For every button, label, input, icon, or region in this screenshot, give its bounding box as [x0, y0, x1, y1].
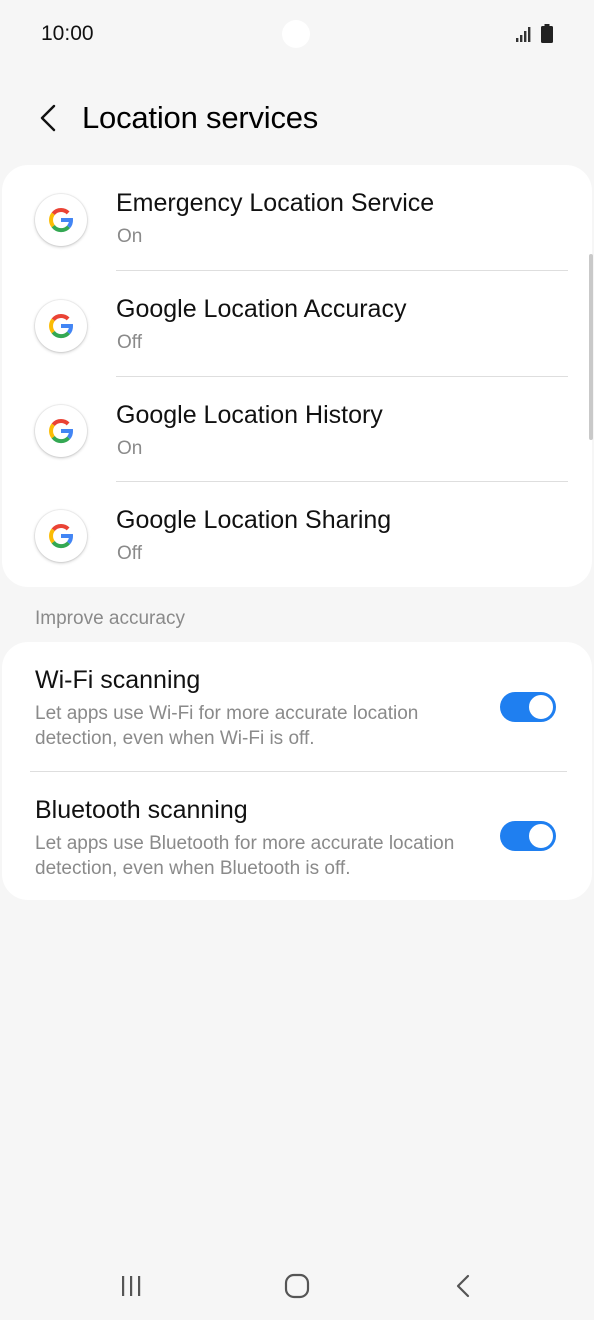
nav-back-button[interactable]: [441, 1268, 485, 1304]
status-time: 10:00: [41, 22, 94, 45]
service-item-emergency-location[interactable]: Emergency Location Service On: [2, 165, 592, 271]
wifi-scanning-description: Let apps use Wi-Fi for more accurate loc…: [35, 703, 419, 749]
google-icon: [35, 300, 87, 352]
app-header: Location services: [0, 88, 594, 152]
toggle-knob: [527, 693, 555, 721]
status-bar: 10:00: [0, 0, 594, 70]
service-item-location-history[interactable]: Google Location History On: [2, 377, 592, 483]
wifi-scanning-row[interactable]: Wi-Fi scanning Let apps use Wi-Fi for mo…: [2, 642, 592, 771]
signal-icon: [516, 27, 531, 42]
home-button[interactable]: [275, 1268, 319, 1304]
system-nav-bar: [0, 1250, 594, 1320]
service-title: Google Location History: [116, 401, 383, 429]
service-title: Google Location Accuracy: [116, 295, 407, 323]
chevron-left-icon: [40, 104, 56, 132]
services-card: Emergency Location Service On Google Loc…: [2, 165, 592, 587]
service-status: On: [117, 438, 143, 459]
wifi-scanning-toggle[interactable]: [500, 692, 556, 722]
phone-screen: 10:00 Location services Emergency Locati…: [0, 0, 594, 1320]
scroll-indicator[interactable]: [589, 254, 593, 440]
service-item-location-accuracy[interactable]: Google Location Accuracy Off: [2, 271, 592, 377]
service-status: Off: [117, 332, 142, 353]
service-title: Google Location Sharing: [116, 506, 392, 534]
page-title: Location services: [82, 100, 319, 135]
home-icon: [284, 1273, 310, 1299]
wifi-scanning-title: Wi-Fi scanning: [35, 666, 201, 694]
recents-icon: [122, 1276, 141, 1296]
bluetooth-scanning-row[interactable]: Bluetooth scanning Let apps use Bluetoot…: [2, 772, 592, 901]
service-title: Emergency Location Service: [116, 189, 435, 217]
toggle-knob: [527, 822, 555, 850]
back-icon: [456, 1274, 470, 1298]
bluetooth-scanning-description: Let apps use Bluetooth for more accurate…: [35, 833, 455, 879]
improve-accuracy-card: Wi-Fi scanning Let apps use Wi-Fi for mo…: [2, 642, 592, 900]
bluetooth-scanning-toggle[interactable]: [500, 821, 556, 851]
service-status: On: [117, 226, 143, 247]
service-status: Off: [117, 543, 142, 564]
battery-icon: [541, 24, 553, 43]
service-item-location-sharing[interactable]: Google Location Sharing Off: [2, 482, 592, 588]
google-icon: [35, 194, 87, 246]
section-label-improve-accuracy: Improve accuracy: [35, 608, 185, 629]
google-icon: [35, 510, 87, 562]
front-camera: [282, 20, 310, 48]
bluetooth-scanning-title: Bluetooth scanning: [35, 796, 248, 824]
back-button[interactable]: [28, 98, 68, 138]
recents-button[interactable]: [109, 1268, 153, 1304]
google-icon: [35, 405, 87, 457]
